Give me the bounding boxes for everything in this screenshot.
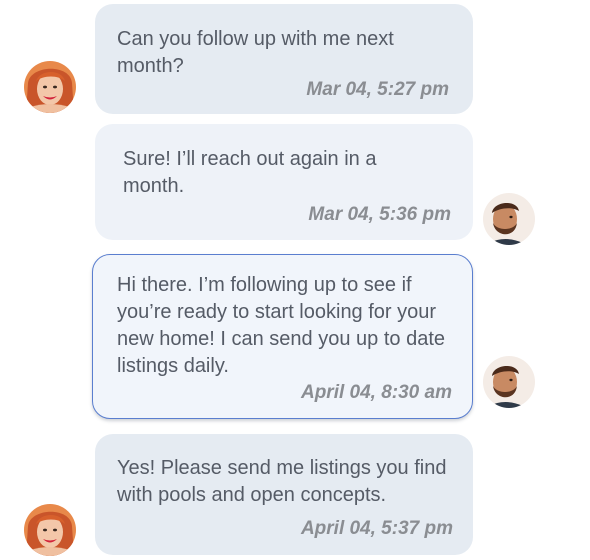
agent-avatar [483,193,535,245]
agent-avatar [483,356,535,408]
message-text: Yes! Please send me listings you find wi… [117,457,447,506]
message-text: Hi there. I’m following up to see if you… [117,274,445,377]
message-bubble-agent-highlighted[interactable]: Hi there. I’m following up to see if you… [92,254,473,419]
message-timestamp: April 04, 8:30 am [300,382,452,403]
message-bubble-agent[interactable]: Sure! I’ll reach out again in a month. M… [95,124,473,240]
message-text: Can you follow up with me next month? [117,28,394,77]
client-avatar [24,504,76,556]
chat-thread: Can you follow up with me next month? Ma… [0,0,590,560]
message-text: Sure! I’ll reach out again in a month. [123,148,377,197]
message-timestamp: Mar 04, 5:27 pm [306,79,449,100]
message-bubble-client[interactable]: Yes! Please send me listings you find wi… [95,434,473,555]
message-bubble-client[interactable]: Can you follow up with me next month? Ma… [95,4,473,114]
message-timestamp: April 04, 5:37 pm [300,518,453,539]
message-timestamp: Mar 04, 5:36 pm [308,204,451,225]
client-avatar [24,61,76,113]
